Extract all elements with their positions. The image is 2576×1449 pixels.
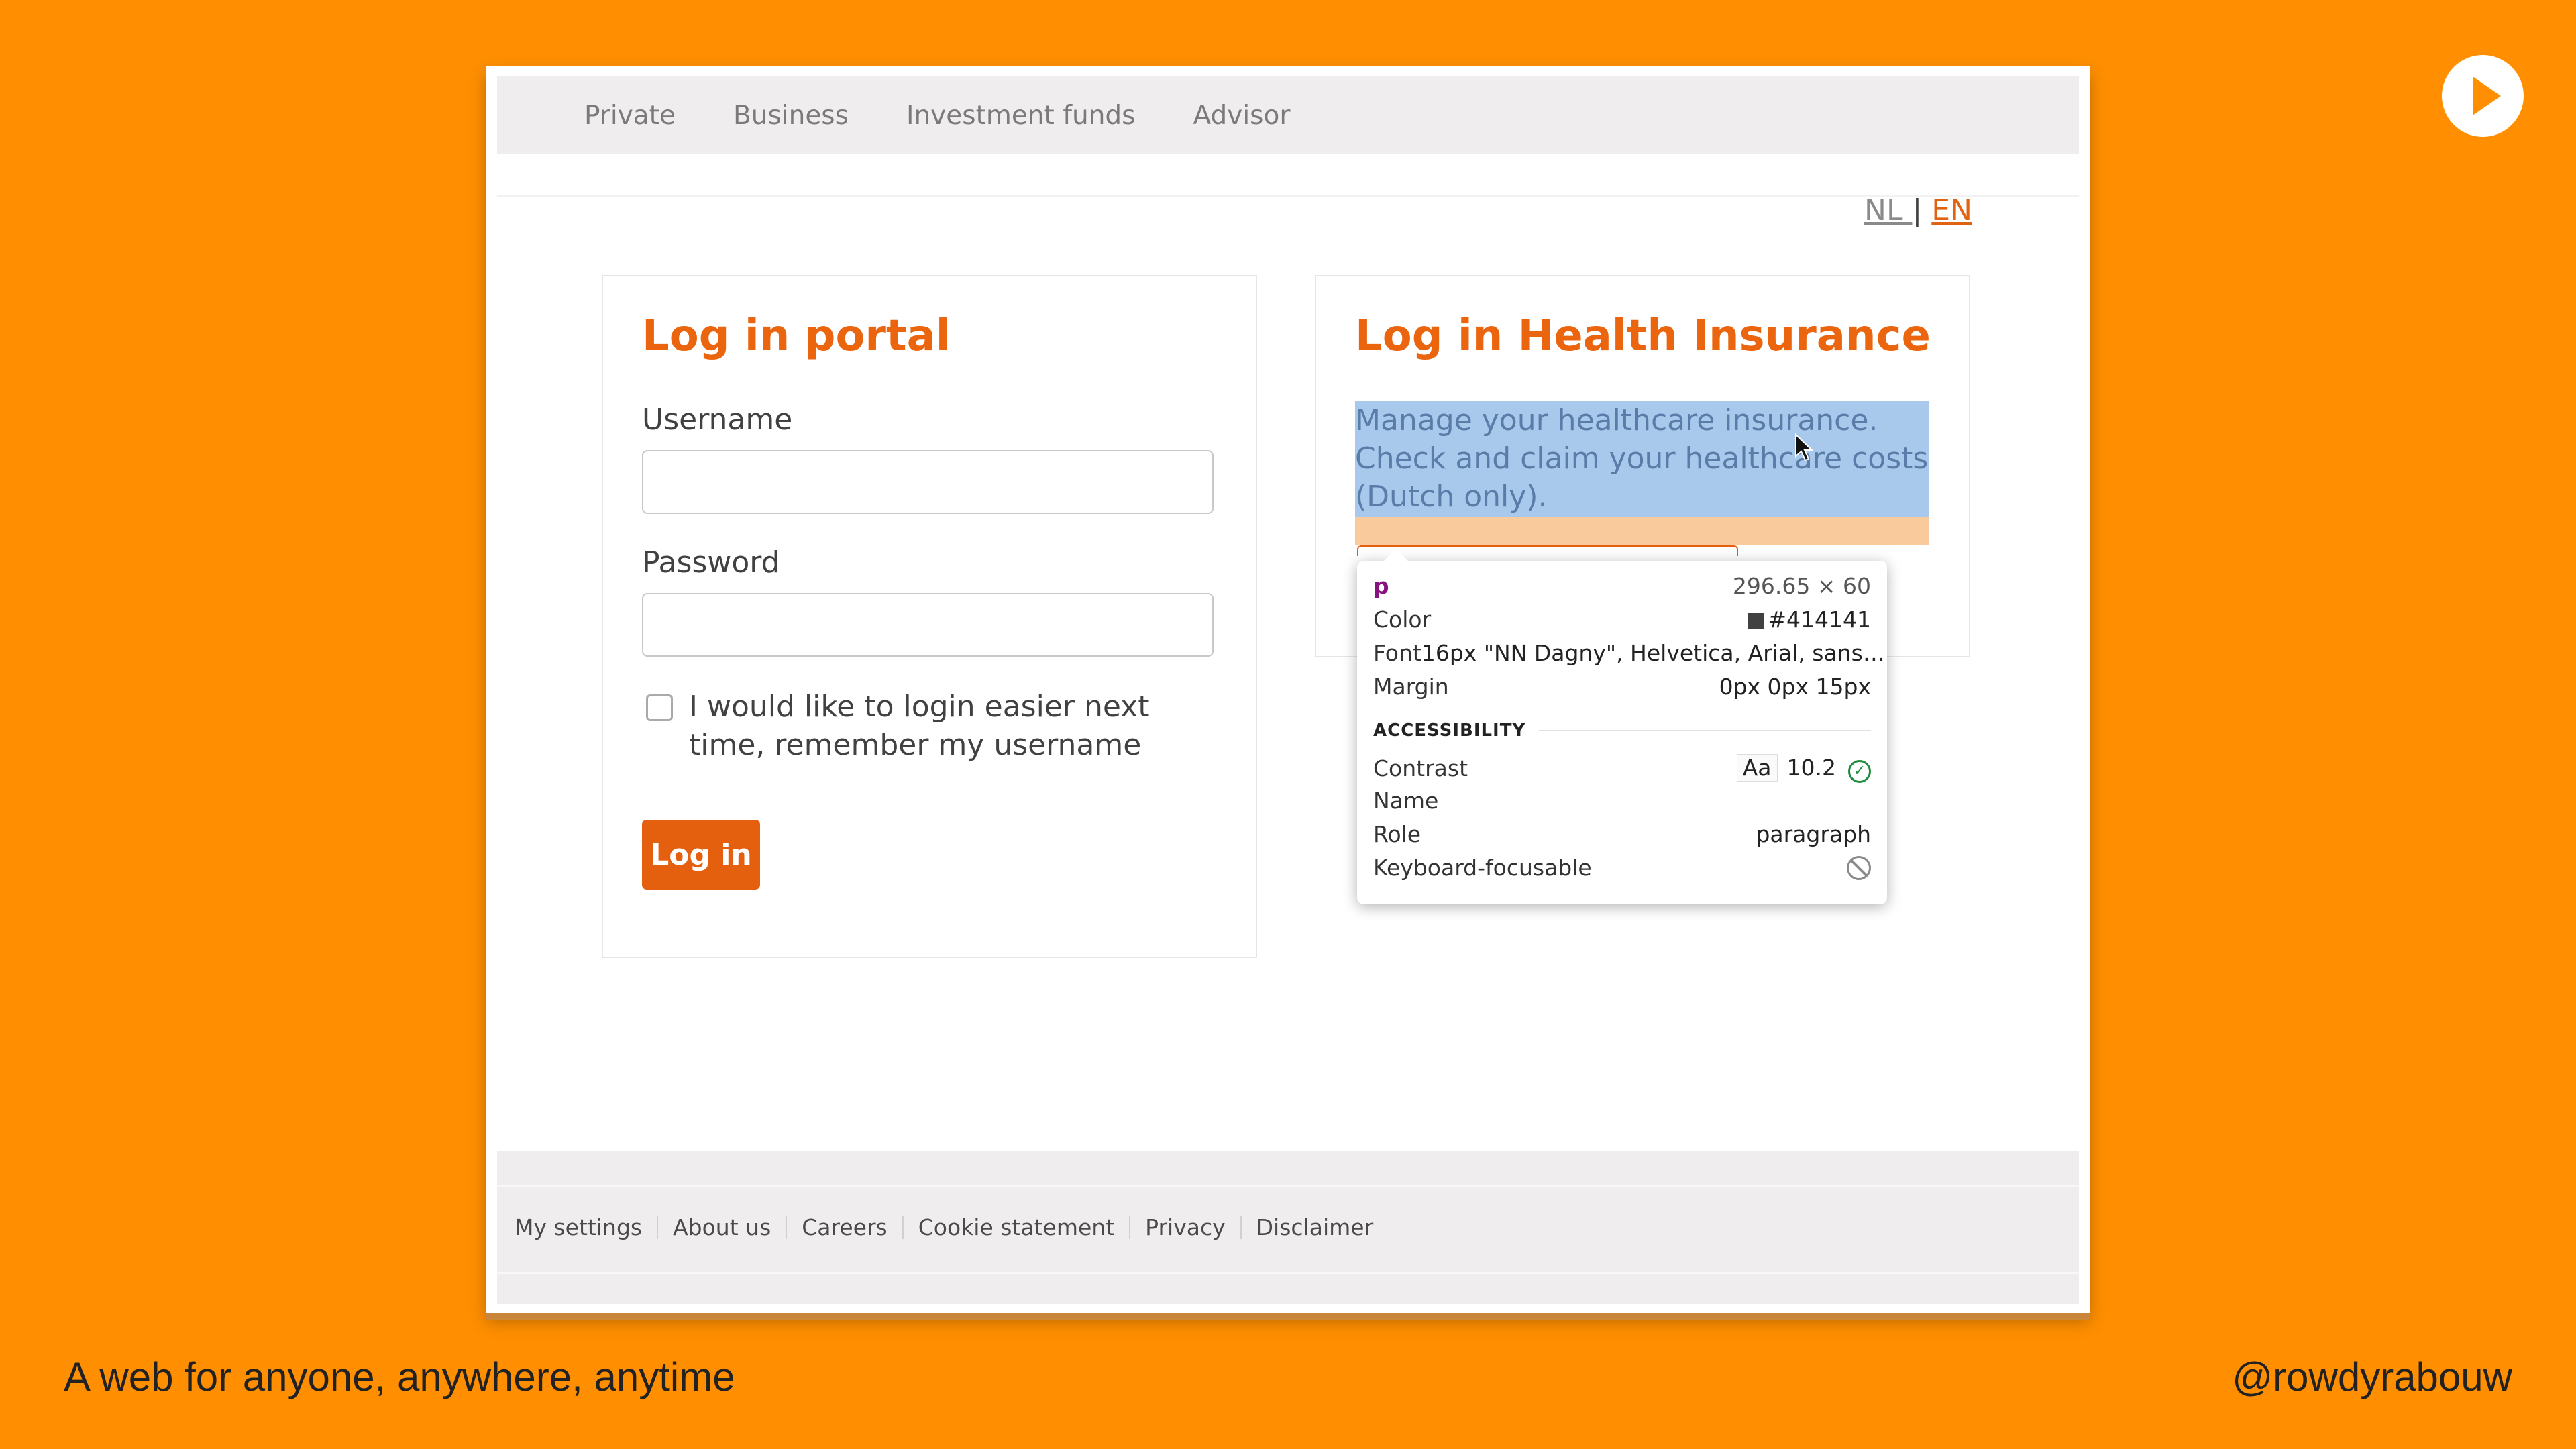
footer-link-careers[interactable]: Careers <box>802 1214 887 1240</box>
role-value: paragraph <box>1756 821 1871 847</box>
password-input[interactable] <box>642 593 1214 657</box>
lang-separator: | <box>1912 193 1923 227</box>
footer-separator <box>786 1216 788 1239</box>
name-label: Name <box>1373 788 1439 814</box>
remember-username-checkbox[interactable] <box>646 694 673 721</box>
color-label: Color <box>1373 606 1432 633</box>
footer-link-privacy[interactable]: Privacy <box>1145 1214 1225 1240</box>
footer-separator <box>657 1216 659 1239</box>
contrast-value: 10.2 <box>1786 755 1836 781</box>
play-icon[interactable] <box>2442 55 2524 137</box>
footer-links: My settings About us Careers Cookie stat… <box>515 1214 1373 1240</box>
password-label: Password <box>642 545 780 580</box>
font-label: Font <box>1373 640 1421 666</box>
inspected-dimensions: 296.65 × 60 <box>1732 573 1871 599</box>
devtools-inspect-tooltip: p 296.65 × 60 Color #414141 Font 16px "N… <box>1357 549 1887 904</box>
role-label: Role <box>1373 821 1421 847</box>
nav-divider <box>497 195 2079 197</box>
inspected-tag: p <box>1373 573 1389 599</box>
margin-value: 0px 0px 15px <box>1719 674 1871 700</box>
hidden-button-edge <box>1357 545 1738 556</box>
remember-username-label: I would like to login easier next time, … <box>689 690 1150 762</box>
accessibility-heading: ACCESSIBILITY <box>1373 720 1526 741</box>
footer-divider-top <box>497 1185 2079 1187</box>
contrast-label: Contrast <box>1373 755 1468 782</box>
speaker-handle: @rowdyrabouw <box>2232 1354 2512 1399</box>
health-description: Manage your healthcare insurance. Check … <box>1355 403 1929 514</box>
portal-login-title: Log in portal <box>642 311 951 361</box>
focusable-label: Keyboard-focusable <box>1373 855 1592 881</box>
mouse-cursor-icon <box>1795 433 1814 462</box>
language-switcher: NL | EN <box>1864 193 1972 227</box>
footer-link-my-settings[interactable]: My settings <box>515 1214 642 1240</box>
footer-separator <box>1129 1216 1131 1239</box>
tooltip-arrow <box>1384 549 1408 561</box>
footer-separator <box>1240 1216 1242 1239</box>
color-value: #414141 <box>1768 606 1871 633</box>
footer-link-disclaimer[interactable]: Disclaimer <box>1256 1214 1374 1240</box>
margin-label: Margin <box>1373 674 1449 700</box>
login-button[interactable]: Log in <box>642 820 760 890</box>
color-swatch-icon <box>1748 613 1764 629</box>
nav-item-advisor[interactable]: Advisor <box>1193 101 1291 131</box>
nav-item-private[interactable]: Private <box>584 101 676 131</box>
footer-link-about-us[interactable]: About us <box>673 1214 771 1240</box>
lang-en-link[interactable]: EN <box>1931 193 1972 227</box>
footer-separator <box>902 1216 904 1239</box>
inspect-highlight-margin <box>1355 517 1929 545</box>
accessibility-divider <box>1539 730 1871 731</box>
slide-caption: A web for anyone, anywhere, anytime <box>64 1354 735 1399</box>
top-navigation: Private Business Investment funds Adviso… <box>497 76 2079 154</box>
footer-divider-bottom <box>497 1272 2079 1274</box>
portal-login-card: Log in portal Username Password I would … <box>602 275 1257 958</box>
nav-item-investment-funds[interactable]: Investment funds <box>906 101 1136 131</box>
health-login-title: Log in Health Insurance <box>1355 311 1931 361</box>
not-allowed-icon <box>1847 855 1871 880</box>
font-value: 16px "NN Dagny", Helvetica, Arial, sans… <box>1421 640 1885 666</box>
check-circle-icon: ✓ <box>1848 760 1871 783</box>
footer-link-cookie-statement[interactable]: Cookie statement <box>918 1214 1114 1240</box>
nav-item-business[interactable]: Business <box>733 101 849 131</box>
username-label: Username <box>642 402 793 437</box>
username-input[interactable] <box>642 450 1214 514</box>
lang-nl-link[interactable]: NL <box>1864 193 1912 227</box>
contrast-sample: Aa <box>1736 754 1778 782</box>
website-screenshot: Private Business Investment funds Adviso… <box>486 66 2090 1313</box>
